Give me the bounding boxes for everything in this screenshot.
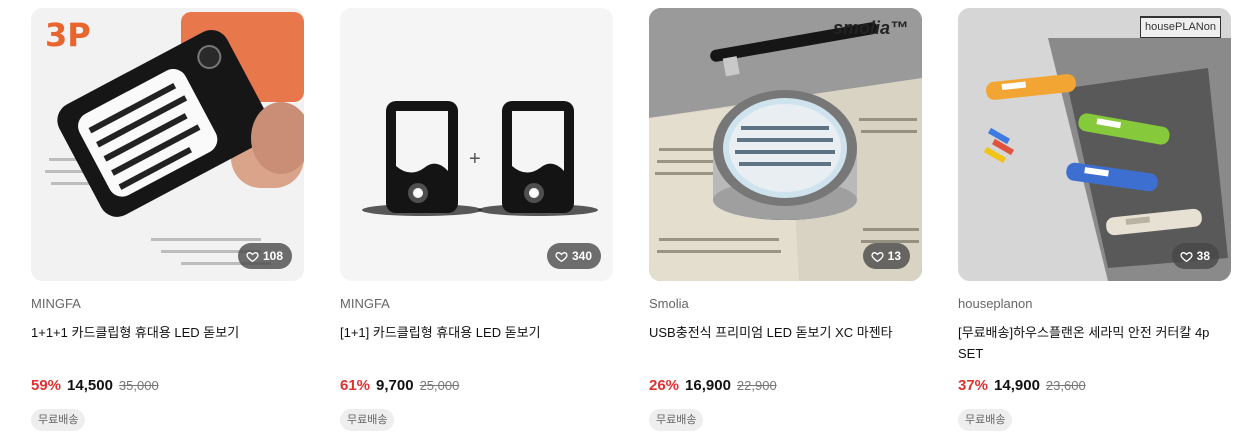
discount-rate: 59% [31,377,62,394]
product-title[interactable]: [무료배송]하우스플랜온 세라믹 안전 커터칼 4p SET [958,322,1231,364]
heart-outline-icon [555,251,568,262]
product-card[interactable]: smolia™ 13 Smolia USB충전식 프리미엄 LED 돋보기 XC… [649,8,922,431]
sale-price: 14,900 [994,377,1040,394]
sale-price: 16,900 [685,377,731,394]
brand-name[interactable]: Smolia [649,296,922,314]
discount-rate: 37% [958,377,989,394]
like-button[interactable]: 108 [237,243,292,269]
product-card[interactable]: + 340 MINGFA [1+1] 카드클립형 휴대용 LED 돋보기 61%… [340,8,613,431]
original-price: 23,600 [1045,378,1086,393]
product-image[interactable]: housePLANon 38 [958,8,1231,281]
product-image[interactable]: smolia™ 13 [649,8,922,281]
dome-magnifier-photo [649,8,922,281]
price-row: 61% 9,700 25,000 [340,377,613,397]
free-shipping-badge: 무료배송 [31,409,86,431]
brand-name[interactable]: MINGFA [31,296,304,314]
discount-rate: 61% [340,377,371,394]
smolia-logo: smolia™ [832,18,908,38]
product-title[interactable]: [1+1] 카드클립형 휴대용 LED 돋보기 [340,322,613,364]
like-button[interactable]: 13 [862,243,910,269]
product-title[interactable]: 1+1+1 카드클립형 휴대용 LED 돋보기 [31,322,304,364]
plus-sign: + [469,148,481,170]
brand-name[interactable]: houseplanon [958,296,1231,314]
original-price: 22,900 [736,378,777,393]
like-button[interactable]: 340 [546,243,601,269]
heart-outline-icon [246,251,259,262]
free-shipping-badge: 무료배송 [958,409,1013,431]
twin-magnifier-photo [340,8,613,281]
original-price: 35,000 [118,378,159,393]
houseplanon-logo: housePLANon [1140,16,1221,38]
product-card[interactable]: housePLANon 38 houseplanon [무료배송]하우스플랜온 … [958,8,1231,431]
product-image[interactable]: + 340 [340,8,613,281]
free-shipping-badge: 무료배송 [340,409,395,431]
like-button[interactable]: 38 [1171,243,1219,269]
original-price: 25,000 [419,378,460,393]
like-count: 108 [262,249,283,263]
free-shipping-badge: 무료배송 [649,409,704,431]
sale-price: 14,500 [67,377,113,394]
like-count: 340 [571,249,592,263]
price-row: 26% 16,900 22,900 [649,377,922,397]
image-label-3p: 3P [45,16,91,54]
discount-rate: 26% [649,377,680,394]
product-grid: 3P 108 MINGFA 1+1+1 카드클립형 휴대용 LED 돋보기 59… [0,0,1243,446]
product-card[interactable]: 3P 108 MINGFA 1+1+1 카드클립형 휴대용 LED 돋보기 59… [31,8,304,431]
heart-outline-icon [1180,251,1193,262]
like-count: 13 [887,249,901,263]
cutter-knife-photo [958,8,1231,281]
price-row: 37% 14,900 23,600 [958,377,1231,397]
product-title[interactable]: USB충전식 프리미엄 LED 돋보기 XC 마젠타 [649,322,922,364]
price-row: 59% 14,500 35,000 [31,377,304,397]
sale-price: 9,700 [376,377,414,394]
heart-outline-icon [871,251,884,262]
brand-name[interactable]: MINGFA [340,296,613,314]
product-image[interactable]: 3P 108 [31,8,304,281]
like-count: 38 [1196,249,1210,263]
